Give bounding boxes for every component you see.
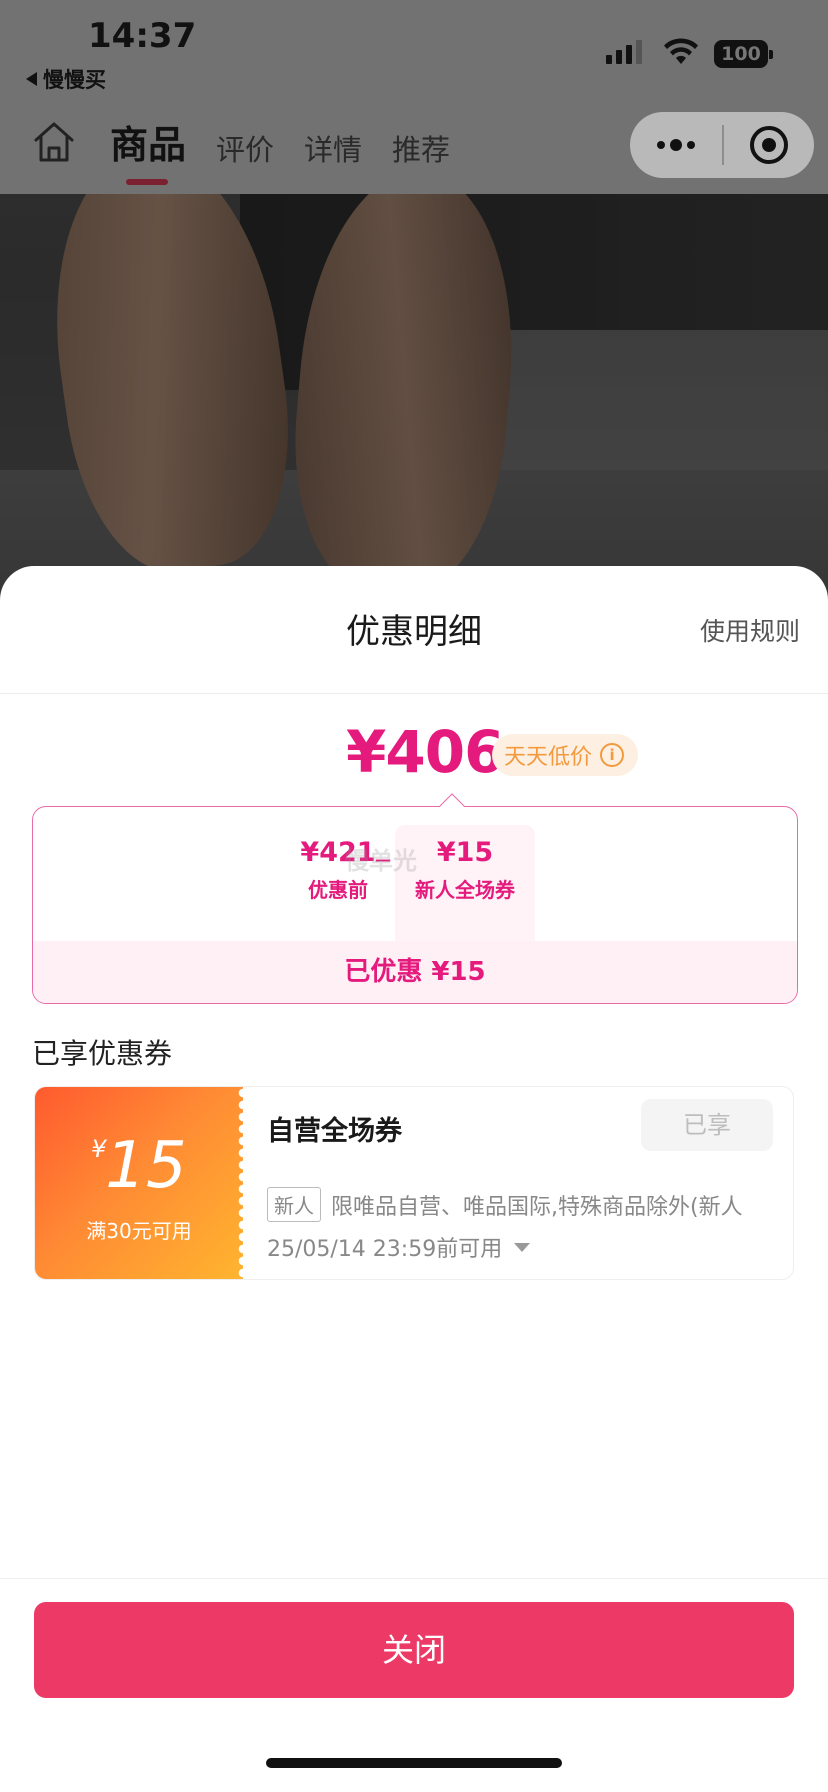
coupon-applied-button[interactable]: 已享: [641, 1099, 773, 1151]
chevron-down-icon: [514, 1242, 531, 1252]
tab-product[interactable]: 商品: [110, 114, 186, 185]
discount-calculation: ¥421 优惠前 _ ¥15 新人全场券 慢单光 已优惠 ¥15: [32, 793, 798, 1004]
total-saved: 已优惠 ¥15: [33, 941, 797, 1003]
final-price-row: ¥406 天天低价 i: [0, 718, 828, 798]
back-triangle-icon: [26, 72, 37, 86]
coupon-label: 新人全场券: [415, 878, 515, 902]
more-dots-icon[interactable]: [630, 112, 722, 178]
tab-reviews[interactable]: 评价: [216, 127, 274, 169]
tab-recommend[interactable]: 推荐: [392, 127, 450, 169]
status-bar: 14:37 慢慢买 100: [0, 0, 828, 96]
coupon-expiry-text: 25/05/14 23:59前可用: [267, 1237, 503, 1262]
coupon-scope: 新人 限唯品自营、唯品国际,特殊商品除外(新人: [267, 1187, 743, 1222]
before-label: 优惠前: [308, 878, 368, 902]
coupon-value-panel: ¥ 15 满30元可用: [35, 1087, 249, 1279]
tab-bar: 商品 评价 详情 推荐: [110, 114, 450, 185]
battery-icon: 100: [714, 40, 773, 68]
cellular-signal-icon: [606, 40, 642, 64]
coupon-scope-text: 限唯品自营、唯品国际,特殊商品除外(新人: [331, 1194, 743, 1220]
price-tag-label: 天天低价: [504, 745, 593, 770]
discount-detail-sheet: 优惠明细 使用规则 ¥406 天天低价 i ¥421 优惠前 _ ¥15 新人全…: [0, 566, 828, 1792]
coupon-card: ¥ 15 满30元可用 自营全场券 已享 新人 限唯品自营、唯品国际,特殊商品除…: [34, 1086, 794, 1280]
usage-rules-link[interactable]: 使用规则: [700, 612, 800, 648]
wifi-icon: [664, 38, 698, 64]
close-button[interactable]: 关闭: [34, 1602, 794, 1698]
coupon-perforation: [237, 1087, 249, 1279]
status-time: 14:37: [88, 16, 197, 56]
tab-details[interactable]: 详情: [304, 127, 362, 169]
final-price: ¥406: [346, 718, 504, 786]
home-indicator: [266, 1758, 562, 1768]
home-icon[interactable]: [32, 120, 76, 164]
back-to-app-link[interactable]: 慢慢买: [26, 64, 106, 94]
info-icon[interactable]: i: [600, 743, 625, 767]
footer-divider: [0, 1578, 828, 1579]
coupon-condition: 满30元可用: [86, 1219, 192, 1243]
target-icon[interactable]: [724, 112, 814, 178]
miniprogram-capsule: [630, 112, 814, 178]
back-app-label: 慢慢买: [43, 68, 106, 92]
coupon-name: 自营全场券: [267, 1116, 402, 1147]
sheet-header: 优惠明细 使用规则: [0, 566, 828, 694]
daily-low-price-tag[interactable]: 天天低价 i: [492, 734, 639, 776]
applied-coupons-title: 已享优惠券: [32, 1037, 173, 1070]
watermark: 慢单光: [345, 847, 417, 875]
coupon-expiry-toggle[interactable]: 25/05/14 23:59前可用: [267, 1231, 531, 1263]
coupon-value: 15: [105, 1129, 187, 1203]
new-user-badge: 新人: [267, 1187, 321, 1222]
nav-bar: 商品 评价 详情 推荐: [0, 96, 828, 194]
